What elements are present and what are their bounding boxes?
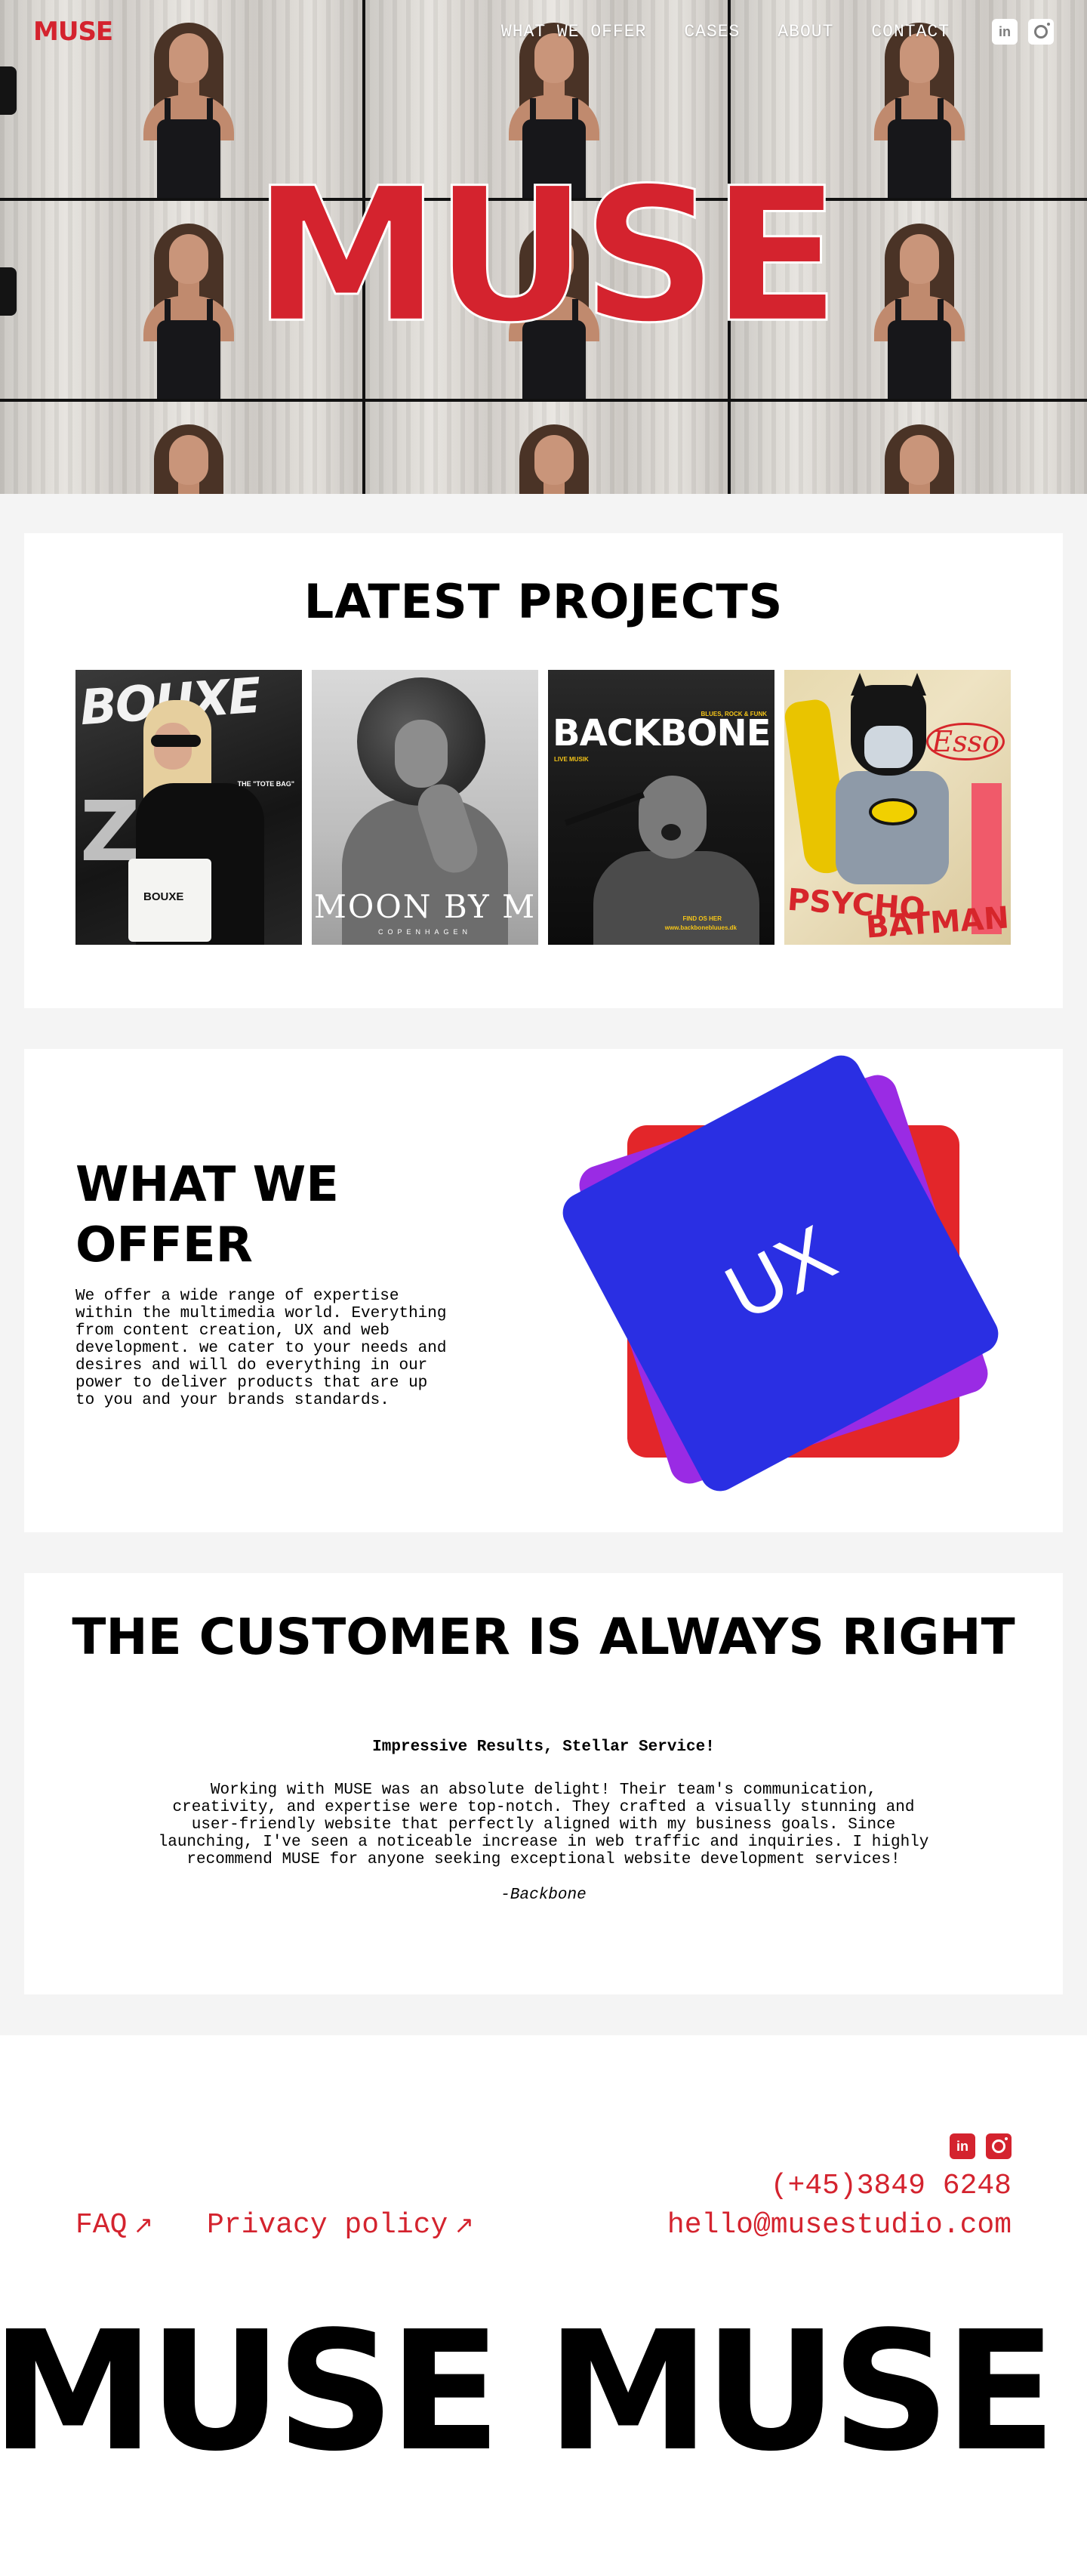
project-card-moon-by-m[interactable]: MOON BY M COPENHAGEN (312, 670, 538, 945)
footer-email[interactable]: hello@musestudio.com (667, 2209, 1012, 2241)
microphone-image (564, 791, 645, 826)
project-grid: Z4 BOUXE BOUXE THE "TOTE BAG" MOON BY M … (75, 670, 1012, 945)
backbone-url: www.backbonebluues.dk (664, 924, 737, 931)
linkedin-icon[interactable]: in (950, 2133, 975, 2159)
backbone-live: LIVE MUSIK (554, 756, 589, 763)
footer-phone[interactable]: (+45)3849 6248 (771, 2170, 1012, 2202)
esso-text: Esso (926, 723, 1005, 760)
testimonial-section: THE CUSTOMER IS ALWAYS RIGHT Impressive … (24, 1573, 1063, 1994)
footer-social: in (950, 2133, 1012, 2159)
nav-links: WHAT WE OFFER CASES ABOUT CONTACT (501, 22, 950, 42)
offer-title: WHAT WE OFFER (75, 1157, 339, 1273)
top-nav: MUSE WHAT WE OFFER CASES ABOUT CONTACT i… (0, 0, 1087, 63)
project-card-psycho-batman[interactable]: Esso PSYCHO BATMAN (784, 670, 1011, 945)
nav-link-cases[interactable]: CASES (684, 22, 740, 42)
nav-social: in (992, 19, 1054, 45)
offer-card-label: UX (711, 1208, 849, 1337)
instagram-icon[interactable] (1028, 19, 1054, 45)
latest-projects-section: LATEST PROJECTS Z4 BOUXE BOUXE THE "TOTE… (24, 533, 1063, 1008)
hero-photo (731, 402, 1087, 494)
nav-logo[interactable]: MUSE (33, 17, 113, 47)
hero-photo (0, 402, 362, 494)
review-body: Working with MUSE was an absolute deligh… (158, 1782, 929, 1868)
latest-projects-title: LATEST PROJECTS (303, 574, 784, 629)
bat-logo (869, 798, 917, 825)
backbone-find: FIND OS HER (682, 915, 722, 922)
what-we-offer-section: WHAT WE OFFER We offer a wide range of e… (24, 1048, 1063, 1532)
tote-tag: THE "TOTE BAG" (237, 780, 294, 788)
bag-brand-text: BOUXE (143, 890, 184, 903)
project-card-backbone[interactable]: BLUES, ROCK & FUNK BACKBONE LIVE MUSIK F… (548, 670, 774, 945)
hero-title: MUSE (251, 147, 842, 364)
linkedin-icon[interactable]: in (992, 19, 1018, 45)
hero: MUSE WHAT WE OFFER CASES ABOUT CONTACT i… (0, 0, 1087, 494)
nav-link-about[interactable]: ABOUT (778, 22, 833, 42)
footer-wordmark: MUSE MUSE MUSE (0, 2297, 1087, 2488)
nav-link-contact[interactable]: CONTACT (871, 22, 950, 42)
backbone-title: BACKBONE (553, 712, 771, 754)
testimonial-title: THE CUSTOMER IS ALWAYS RIGHT (72, 1608, 1015, 1666)
moon-brand: MOON BY M (313, 888, 537, 925)
nav-link-what-we-offer[interactable]: WHAT WE OFFER (501, 22, 646, 42)
offer-body: We offer a wide range of expertise withi… (75, 1288, 447, 1409)
moon-sub: COPENHAGEN (377, 928, 472, 936)
privacy-label: Privacy policy (207, 2209, 448, 2241)
arrow-up-right-icon: ↗ (454, 2212, 475, 2241)
project-card-bouxe[interactable]: Z4 BOUXE BOUXE THE "TOTE BAG" (75, 670, 302, 945)
review-heading: Impressive Results, Stellar Service! (372, 1738, 715, 1756)
instagram-icon[interactable] (986, 2133, 1012, 2159)
faq-label: FAQ (75, 2209, 128, 2241)
footer-privacy-link[interactable]: Privacy policy ↗ (207, 2209, 474, 2241)
review-author: -Backbone (500, 1886, 587, 1904)
footer-faq-link[interactable]: FAQ ↗ (75, 2209, 153, 2241)
arrow-up-right-icon: ↗ (133, 2212, 154, 2241)
footer: in (+45)3849 6248 FAQ ↗ Privacy policy ↗… (0, 2035, 1087, 2576)
hero-photo (365, 402, 728, 494)
